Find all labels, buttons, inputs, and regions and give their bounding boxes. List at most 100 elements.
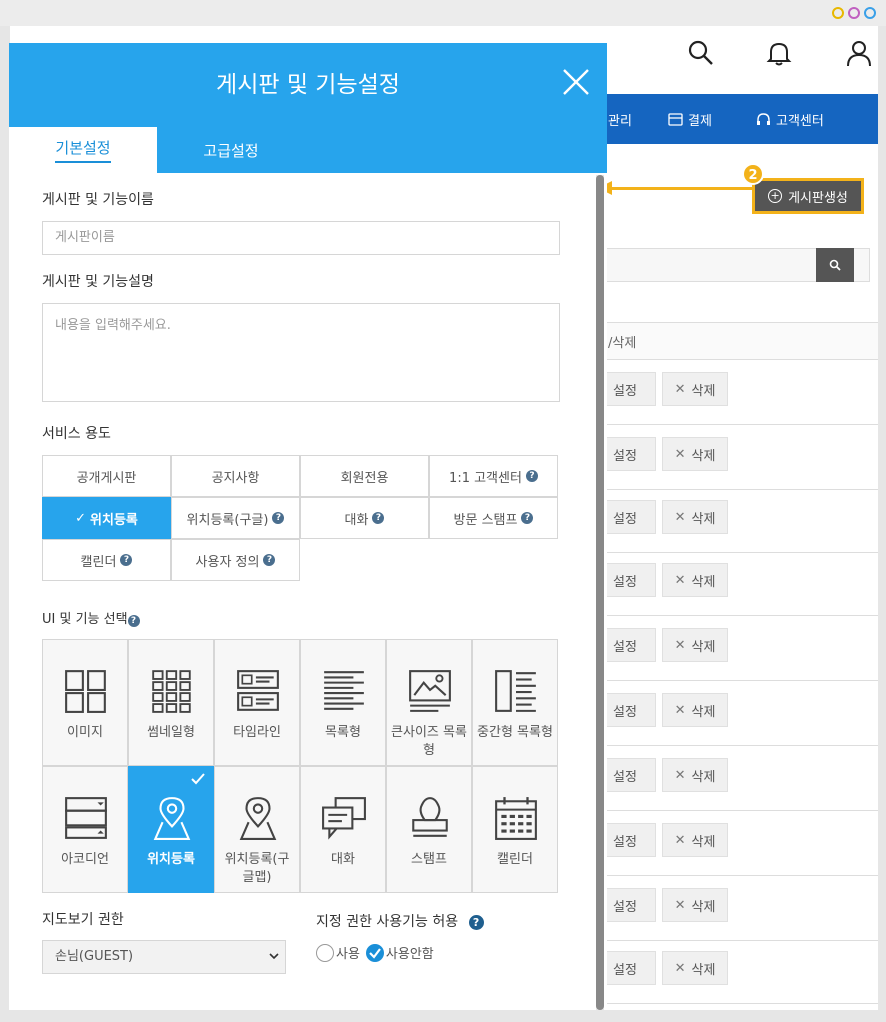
row-delete-label: 삭제 bbox=[691, 704, 716, 720]
close-icon[interactable] bbox=[561, 67, 591, 97]
large-list-icon bbox=[409, 670, 451, 712]
close-icon: ✕ bbox=[674, 832, 686, 848]
nav-item-manage[interactable]: 관리 bbox=[608, 110, 632, 129]
board-desc-textarea[interactable]: 내용을 입력해주세요. bbox=[42, 303, 560, 402]
service-option-label: 대화 bbox=[344, 512, 369, 528]
close-icon: ✕ bbox=[674, 767, 686, 783]
service-option-label: 위치등록 bbox=[90, 512, 138, 528]
help-icon[interactable]: ? bbox=[272, 512, 285, 524]
row-delete-label: 삭제 bbox=[691, 511, 716, 527]
row-delete-button[interactable]: ✕ 삭제 bbox=[662, 951, 728, 985]
row-divider bbox=[570, 745, 878, 746]
row-delete-button[interactable]: ✕ 삭제 bbox=[662, 888, 728, 922]
timeline-icon bbox=[237, 670, 279, 711]
service-option-location[interactable]: ✓ 위치등록 bbox=[42, 497, 171, 539]
service-option-chat[interactable]: 대화? bbox=[300, 497, 429, 539]
row-delete-button[interactable]: ✕ 삭제 bbox=[662, 628, 728, 662]
help-icon[interactable]: ? bbox=[521, 512, 534, 524]
map-pin-icon bbox=[153, 797, 191, 840]
create-board-button[interactable]: + 게시판생성 bbox=[752, 178, 864, 214]
user-icon[interactable] bbox=[844, 38, 874, 68]
service-option-visit-stamp[interactable]: 방문 스탬프? bbox=[429, 497, 558, 539]
row-delete-button[interactable]: ✕ 삭제 bbox=[662, 563, 728, 597]
radio-use[interactable] bbox=[316, 943, 334, 962]
calendar-icon bbox=[495, 797, 537, 840]
close-icon: ✕ bbox=[674, 637, 686, 653]
ui-option-location-google[interactable]: 위치등록(구글맵) bbox=[214, 766, 300, 893]
service-option-members-only[interactable]: 회원전용 bbox=[300, 455, 429, 497]
ui-option-list[interactable]: 목록형 bbox=[300, 639, 386, 766]
row-divider bbox=[570, 940, 878, 941]
name-label: 게시판 및 기능이름 bbox=[42, 192, 154, 208]
board-search-button[interactable] bbox=[816, 248, 854, 282]
list-icon bbox=[324, 671, 364, 710]
window-dot-purple[interactable] bbox=[848, 7, 860, 19]
row-divider bbox=[570, 1003, 878, 1004]
service-option-customer-center[interactable]: 1:1 고객센터? bbox=[429, 455, 558, 497]
board-name-input[interactable]: 게시판이름 bbox=[42, 221, 560, 255]
window-dot-blue[interactable] bbox=[864, 7, 876, 19]
row-delete-label: 삭제 bbox=[691, 834, 716, 850]
row-delete-button[interactable]: ✕ 삭제 bbox=[662, 823, 728, 857]
help-icon[interactable]: ? bbox=[120, 554, 133, 566]
row-delete-label: 삭제 bbox=[691, 448, 716, 464]
scrollbar-thumb[interactable] bbox=[596, 175, 604, 1010]
ui-option-large-list[interactable]: 큰사이즈 목록형 bbox=[386, 639, 472, 766]
help-icon[interactable]: ? bbox=[468, 915, 484, 930]
service-option-custom[interactable]: 사용자 정의? bbox=[171, 539, 300, 581]
ui-option-stamp[interactable]: 스탬프 bbox=[386, 766, 472, 893]
check-icon: ✓ bbox=[75, 510, 87, 526]
radio-not-use[interactable] bbox=[365, 943, 384, 962]
ui-option-accordion[interactable]: 아코디언 bbox=[42, 766, 128, 893]
map-perm-select[interactable]: 손님(GUEST) bbox=[42, 940, 286, 974]
board-settings-modal: 게시판 및 기능설정 기본설정 고급설정 게시판 및 기능이름 게시판이름 게시… bbox=[9, 43, 607, 1010]
ui-option-location[interactable]: 위치등록 bbox=[128, 766, 214, 893]
service-option-label: 방문 스탬프 bbox=[453, 512, 518, 528]
service-option-location-google[interactable]: 위치등록(구글)? bbox=[171, 497, 300, 539]
ui-option-chat[interactable]: 대화 bbox=[300, 766, 386, 893]
row-delete-label: 삭제 bbox=[691, 639, 716, 655]
window-dot-yellow[interactable] bbox=[832, 7, 844, 19]
check-icon bbox=[191, 773, 205, 785]
window-chrome bbox=[0, 0, 886, 26]
service-option-label: 사용자 정의 bbox=[195, 554, 260, 570]
tab-advanced-settings[interactable]: 고급설정 bbox=[157, 127, 305, 173]
row-delete-label: 삭제 bbox=[691, 962, 716, 978]
row-delete-button[interactable]: ✕ 삭제 bbox=[662, 372, 728, 406]
service-option-public-board[interactable]: 공개게시판 bbox=[42, 455, 171, 497]
row-delete-button[interactable]: ✕ 삭제 bbox=[662, 500, 728, 534]
service-option-calendar[interactable]: 캘린더? bbox=[42, 539, 171, 581]
card-icon bbox=[668, 113, 683, 126]
help-icon[interactable]: ? bbox=[263, 554, 276, 566]
row-delete-label: 삭제 bbox=[691, 769, 716, 785]
help-icon[interactable]: ? bbox=[525, 470, 538, 482]
row-delete-button[interactable]: ✕ 삭제 bbox=[662, 758, 728, 792]
modal-title: 게시판 및 기능설정 bbox=[216, 72, 400, 98]
service-option-notice[interactable]: 공지사항 bbox=[171, 455, 300, 497]
chat-icon bbox=[322, 797, 366, 840]
close-icon: ✕ bbox=[674, 960, 686, 976]
service-option-label: 1:1 고객센터 bbox=[449, 470, 522, 486]
ui-option-medium-list[interactable]: 중간형 목록형 bbox=[472, 639, 558, 766]
bell-icon[interactable] bbox=[764, 38, 794, 68]
row-delete-button[interactable]: ✕ 삭제 bbox=[662, 693, 728, 727]
row-divider bbox=[570, 424, 878, 425]
search-icon[interactable] bbox=[686, 38, 716, 68]
ui-option-image[interactable]: 이미지 bbox=[42, 639, 128, 766]
help-icon[interactable]: ? bbox=[127, 615, 140, 627]
chevron-down-icon bbox=[269, 953, 279, 960]
tab-basic-settings[interactable]: 기본설정 bbox=[9, 127, 157, 173]
nav-item-payment[interactable]: 결제 bbox=[668, 110, 712, 129]
allow-radio-group: 사용 사용안함 bbox=[316, 943, 434, 962]
service-option-label: 공개게시판 bbox=[76, 470, 137, 486]
ui-option-timeline[interactable]: 타임라인 bbox=[214, 639, 300, 766]
row-delete-button[interactable]: ✕ 삭제 bbox=[662, 437, 728, 471]
search-icon bbox=[829, 259, 841, 271]
service-option-label: 공지사항 bbox=[211, 470, 260, 486]
ui-option-calendar[interactable]: 캘린더 bbox=[472, 766, 558, 893]
thumbnail-grid-icon bbox=[152, 670, 191, 713]
ui-option-thumbnail[interactable]: 썸네일형 bbox=[128, 639, 214, 766]
help-icon[interactable]: ? bbox=[372, 512, 385, 524]
nav-item-support[interactable]: 고객센터 bbox=[756, 110, 824, 129]
close-icon: ✕ bbox=[674, 381, 686, 397]
